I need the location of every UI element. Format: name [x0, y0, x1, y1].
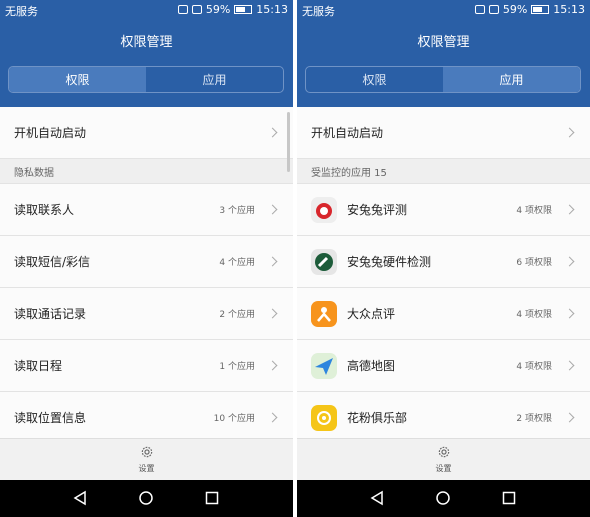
gear-icon	[141, 446, 152, 458]
permission-list[interactable]: 开机自动启动 隐私数据 读取联系人 3 个应用 读取短信/彩信 4 个应用 读取…	[0, 107, 293, 438]
permission-count: 6 项权限	[516, 258, 552, 268]
list-item[interactable]: 读取短信/彩信 4 个应用	[0, 236, 293, 288]
home-icon[interactable]	[435, 490, 451, 506]
chevron-right-icon	[267, 256, 278, 267]
list-item[interactable]: 安兔兔评测 4 项权限	[297, 184, 590, 236]
app-list[interactable]: 开机自动启动 受监控的应用 15 安兔兔评测 4 项权限 安兔兔硬件检测 6 项…	[297, 107, 590, 438]
permission-count: 4 项权限	[516, 362, 552, 372]
app-count: 4 个应用	[219, 258, 255, 268]
list-item[interactable]: 读取位置信息 10 个应用	[0, 392, 293, 438]
permission-name: 读取位置信息	[14, 411, 87, 425]
system-navbar	[0, 480, 293, 517]
tab-permissions[interactable]: 权限	[306, 67, 443, 92]
chevron-right-icon	[267, 308, 278, 319]
section-header-privacy: 隐私数据	[0, 159, 293, 184]
settings-button[interactable]: 设置	[297, 438, 590, 480]
list-item[interactable]: 读取联系人 3 个应用	[0, 184, 293, 236]
autostart-row[interactable]: 开机自动启动	[297, 107, 590, 159]
recents-icon[interactable]	[501, 490, 517, 506]
app-name: 安兔兔评测	[347, 203, 408, 217]
status-bar: 无服务 59% 15:13	[297, 0, 590, 20]
sim-icon	[191, 5, 202, 14]
chevron-right-icon	[564, 127, 575, 138]
permission-name: 读取日程	[14, 359, 63, 373]
app-count: 10 个应用	[213, 414, 255, 424]
app-count: 2 个应用	[219, 310, 255, 320]
chevron-right-icon	[564, 308, 575, 319]
app-name: 安兔兔硬件检测	[347, 255, 432, 269]
alarm-icon	[177, 5, 188, 14]
antutu-hardware-icon	[311, 248, 337, 275]
list-item[interactable]: 大众点评 4 项权限	[297, 288, 590, 340]
clock: 15:13	[256, 3, 288, 16]
chevron-right-icon	[267, 204, 278, 215]
list-item[interactable]: 安兔兔硬件检测 6 项权限	[297, 236, 590, 288]
section-header-monitored-apps: 受监控的应用 15	[297, 159, 590, 184]
battery-percent: 59%	[205, 3, 231, 16]
app-name: 花粉俱乐部	[347, 411, 408, 425]
app-count: 1 个应用	[219, 362, 255, 372]
back-icon[interactable]	[72, 490, 88, 506]
scrollbar[interactable]	[287, 112, 290, 172]
carrier-text: 无服务	[5, 5, 38, 18]
permission-count: 2 项权限	[516, 414, 552, 424]
tab-permissions[interactable]: 权限	[9, 67, 146, 92]
chevron-right-icon	[267, 412, 278, 423]
clock: 15:13	[553, 3, 585, 16]
permission-name: 读取短信/彩信	[14, 255, 91, 269]
chevron-right-icon	[564, 412, 575, 423]
gear-icon	[438, 446, 449, 458]
autostart-label: 开机自动启动	[14, 126, 87, 140]
left-phone-screen: 无服务 59% 15:13 权限管理 权限 应用 开机自动启动 隐私数据 读取联…	[0, 0, 293, 517]
chevron-right-icon	[267, 360, 278, 371]
dianping-icon	[311, 300, 337, 327]
header: 无服务 59% 15:13 权限管理 权限 应用	[297, 0, 590, 107]
huafen-icon	[311, 404, 337, 431]
page-title: 权限管理	[417, 35, 470, 50]
app-name: 高德地图	[347, 359, 396, 373]
battery-icon	[531, 5, 550, 14]
list-item[interactable]: 读取通话记录 2 个应用	[0, 288, 293, 340]
chevron-right-icon	[267, 127, 278, 138]
recents-icon[interactable]	[204, 490, 220, 506]
permission-name: 读取联系人	[14, 203, 75, 217]
alarm-icon	[474, 5, 485, 14]
chevron-right-icon	[564, 360, 575, 371]
tab-apps[interactable]: 应用	[146, 67, 283, 92]
settings-label: 设置	[435, 464, 452, 473]
back-icon[interactable]	[369, 490, 385, 506]
carrier-text: 无服务	[302, 5, 335, 18]
amap-icon	[311, 352, 337, 379]
tab-bar: 权限 应用	[305, 66, 581, 93]
autostart-row[interactable]: 开机自动启动	[0, 107, 293, 159]
list-item[interactable]: 读取日程 1 个应用	[0, 340, 293, 392]
list-item[interactable]: 花粉俱乐部 2 项权限	[297, 392, 590, 438]
home-icon[interactable]	[138, 490, 154, 506]
tab-apps[interactable]: 应用	[443, 67, 580, 92]
list-item[interactable]: 高德地图 4 项权限	[297, 340, 590, 392]
sim-icon	[488, 5, 499, 14]
autostart-label: 开机自动启动	[311, 126, 384, 140]
battery-icon	[234, 5, 253, 14]
permission-name: 读取通话记录	[14, 307, 87, 321]
right-phone-screen: 无服务 59% 15:13 权限管理 权限 应用 开机自动启动 受监控的应用 1…	[297, 0, 590, 517]
tab-bar: 权限 应用	[8, 66, 284, 93]
antutu-icon	[311, 196, 337, 223]
chevron-right-icon	[564, 204, 575, 215]
chevron-right-icon	[564, 256, 575, 267]
settings-label: 设置	[138, 464, 155, 473]
settings-button[interactable]: 设置	[0, 438, 293, 480]
header: 无服务 59% 15:13 权限管理 权限 应用	[0, 0, 293, 107]
app-name: 大众点评	[347, 307, 396, 321]
app-count: 3 个应用	[219, 206, 255, 216]
page-title: 权限管理	[120, 35, 173, 50]
permission-count: 4 项权限	[516, 206, 552, 216]
system-navbar	[297, 480, 590, 517]
battery-percent: 59%	[502, 3, 528, 16]
status-bar: 无服务 59% 15:13	[0, 0, 293, 20]
permission-count: 4 项权限	[516, 310, 552, 320]
